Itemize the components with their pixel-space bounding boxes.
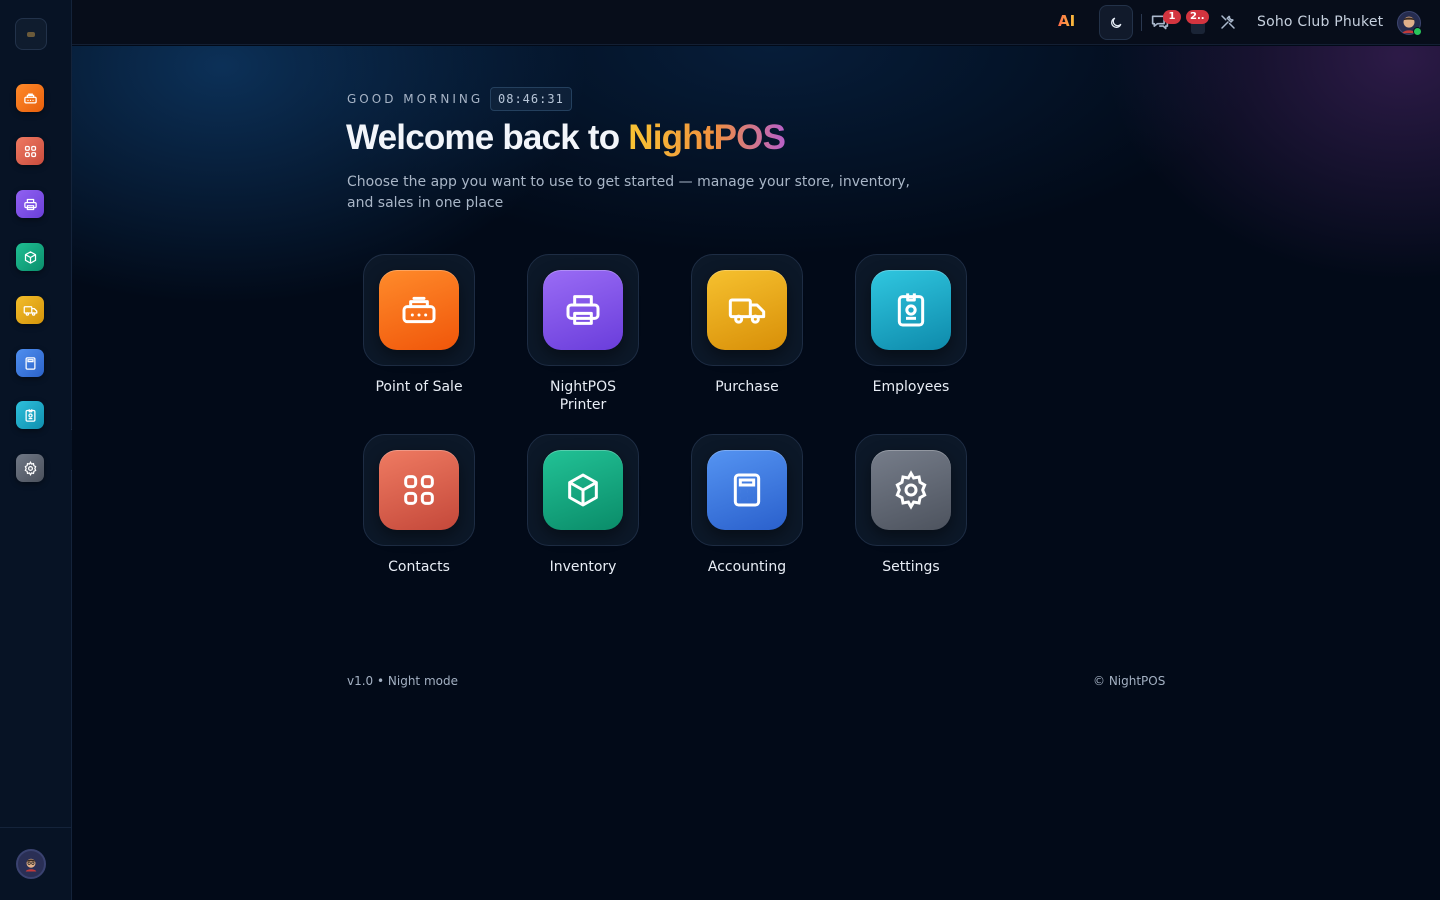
- notification-badge: 2..: [1186, 10, 1209, 24]
- app-tile[interactable]: [855, 254, 967, 366]
- app-accounting[interactable]: Accounting: [691, 434, 803, 576]
- badge-icon: [897, 293, 925, 327]
- sidebar-item-settings[interactable]: [16, 454, 44, 482]
- page-title: Welcome back to NightPOS: [346, 118, 786, 158]
- topbar: AI 1 2.. Soho Club Phuket: [72, 0, 1440, 45]
- greeting: GOOD MORNING: [347, 92, 484, 106]
- printer-icon: [23, 198, 37, 210]
- app-icon-bg: [543, 270, 623, 350]
- app-inventory[interactable]: Inventory: [527, 434, 639, 576]
- sidebar-item-contacts[interactable]: [16, 137, 44, 165]
- sidebar: [0, 0, 72, 900]
- sidebar-item-printer[interactable]: [16, 190, 44, 218]
- app-label: Settings: [882, 559, 940, 575]
- register-icon: [23, 93, 37, 103]
- sidebar-item-point-of-sale[interactable]: [16, 84, 44, 112]
- online-status-dot: [1413, 27, 1422, 36]
- sidebar-item-employees[interactable]: [16, 401, 44, 429]
- gear-icon: [24, 460, 36, 476]
- copyright: © NightPOS: [1093, 674, 1166, 688]
- app-label: NightPOS Printer: [550, 379, 616, 413]
- app-contacts[interactable]: Contacts: [363, 434, 475, 576]
- app-icon-bg: [707, 270, 787, 350]
- app-label: Accounting: [707, 559, 787, 575]
- app-icon-bg: [379, 270, 459, 350]
- app-tile[interactable]: [363, 254, 475, 366]
- calculator-icon: [733, 473, 761, 507]
- app-point-of-sale[interactable]: Point of Sale: [363, 254, 475, 396]
- avatar[interactable]: [16, 849, 46, 879]
- app-icon-bg: [707, 450, 787, 530]
- sidebar-item-accounting[interactable]: [16, 349, 44, 377]
- truck-icon: [23, 305, 37, 316]
- app-label: Point of Sale: [375, 379, 463, 395]
- user-avatar-icon: [25, 858, 37, 872]
- register-icon: [402, 296, 436, 324]
- app-icon-bg: [543, 450, 623, 530]
- tools-icon: [1221, 15, 1235, 29]
- sidebar-item-purchase[interactable]: [16, 296, 44, 324]
- version-info: v1.0 • Night mode: [347, 674, 458, 688]
- app-icon-bg: [871, 270, 951, 350]
- sidebar-divider: [0, 827, 71, 828]
- app-tile[interactable]: [855, 434, 967, 546]
- grid-icon: [404, 475, 434, 505]
- app-tile[interactable]: [691, 254, 803, 366]
- ai-button[interactable]: AI: [1058, 12, 1075, 30]
- app-settings[interactable]: Settings: [855, 434, 967, 576]
- theme-toggle-button[interactable]: [1099, 5, 1133, 40]
- sidebar-item-inventory[interactable]: [16, 243, 44, 271]
- clock: 08:46:31: [490, 87, 572, 111]
- truck-icon: [728, 298, 766, 324]
- app-employees[interactable]: Employees: [855, 254, 967, 396]
- topbar-divider: [1141, 14, 1142, 31]
- tools-button[interactable]: [1219, 13, 1237, 35]
- app-label: Inventory: [549, 559, 617, 575]
- grid-icon: [24, 145, 36, 157]
- app-purchase[interactable]: Purchase: [691, 254, 803, 396]
- app-tile[interactable]: [527, 254, 639, 366]
- app-label: Employees: [872, 379, 950, 395]
- moon-icon: [1111, 17, 1122, 28]
- badge-icon: [25, 408, 35, 422]
- app-label: Purchase: [715, 379, 779, 395]
- box-icon: [24, 250, 36, 264]
- brand-name: NightPOS: [628, 118, 786, 157]
- app-tile[interactable]: [363, 434, 475, 546]
- printer-icon: [566, 295, 600, 325]
- chat-badge: 1: [1163, 10, 1181, 24]
- page-subtitle: Choose the app you want to use to get st…: [347, 174, 911, 211]
- gear-icon: [895, 470, 927, 510]
- app-tile[interactable]: [691, 434, 803, 546]
- box-icon: [568, 473, 598, 507]
- company-name[interactable]: Soho Club Phuket: [1257, 14, 1383, 30]
- app-label: Contacts: [388, 559, 450, 575]
- app-tile[interactable]: [527, 434, 639, 546]
- app-nightpos-printer[interactable]: NightPOS Printer: [527, 254, 639, 414]
- title-prefix: Welcome back to: [346, 118, 629, 157]
- logo[interactable]: [15, 18, 47, 50]
- calculator-icon: [25, 356, 35, 370]
- app-icon-bg: [379, 450, 459, 530]
- app-icon-bg: [871, 450, 951, 530]
